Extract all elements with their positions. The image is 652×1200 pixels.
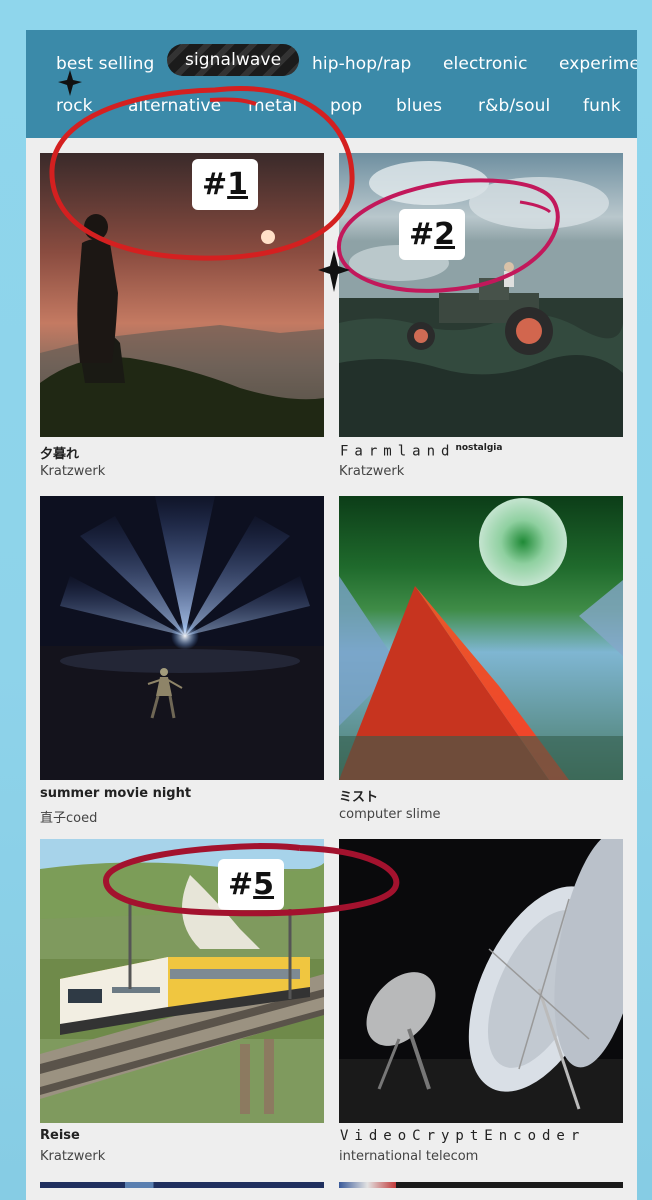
album-cover-mist[interactable]	[339, 496, 623, 780]
album-cover-yugure[interactable]: #1	[40, 153, 324, 437]
album-title[interactable]: 夕暮れ	[40, 443, 79, 462]
genre-blues[interactable]: blues	[396, 96, 442, 116]
genre-rnb-soul[interactable]: r&b/soul	[478, 96, 550, 116]
album-artist[interactable]: Kratzwerk	[339, 464, 404, 479]
genre-hip-hop-rap[interactable]: hip-hop/rap	[312, 54, 411, 74]
genre-pop[interactable]: pop	[330, 96, 362, 116]
genre-funk[interactable]: funk	[583, 96, 621, 116]
album-artist[interactable]: Kratzwerk	[40, 1149, 105, 1164]
album-art-image	[339, 839, 623, 1123]
album-title[interactable]: Farmlandnostalgia	[340, 443, 502, 460]
album-artist[interactable]: 直子coed	[40, 807, 97, 826]
album-cover-summer-movie-night[interactable]	[40, 496, 324, 780]
rank-badge-2: #2	[399, 209, 466, 260]
album-title[interactable]: VideoCryptEncoder	[340, 1128, 585, 1144]
rank-badge-5: #5	[218, 859, 285, 910]
genre-experimental[interactable]: experimen	[559, 54, 637, 74]
album-artist[interactable]: international telecom	[339, 1149, 478, 1164]
genre-best-selling[interactable]: best selling	[56, 54, 154, 74]
album-art-image	[339, 153, 623, 437]
genre-rock[interactable]: rock	[56, 96, 93, 116]
genre-nav: best selling signalwave hip-hop/rap elec…	[26, 30, 637, 138]
album-artist[interactable]: computer slime	[339, 807, 441, 822]
album-title[interactable]: summer movie night	[40, 786, 191, 801]
album-cover-farmland[interactable]: #2	[339, 153, 623, 437]
album-title[interactable]: Reise	[40, 1128, 80, 1143]
store-card: best selling signalwave hip-hop/rap elec…	[26, 30, 637, 1200]
album-title[interactable]: ミスト	[339, 786, 378, 805]
next-album-strip	[339, 1182, 623, 1188]
genre-metal[interactable]: metal	[248, 96, 297, 116]
album-cover-reise[interactable]: #5	[40, 839, 324, 1123]
album-art-image	[40, 153, 324, 437]
genre-alternative[interactable]: alternative	[128, 96, 221, 116]
genre-electronic[interactable]: electronic	[443, 54, 528, 74]
next-album-strip	[40, 1182, 324, 1188]
title-superscript: nostalgia	[455, 443, 503, 453]
genre-signalwave[interactable]: signalwave	[167, 44, 300, 76]
album-art-image	[339, 496, 623, 780]
album-artist[interactable]: Kratzwerk	[40, 464, 105, 479]
rank-badge-1: #1	[192, 159, 259, 210]
album-cover-videocryptencoder[interactable]	[339, 839, 623, 1123]
album-art-image	[40, 496, 324, 780]
